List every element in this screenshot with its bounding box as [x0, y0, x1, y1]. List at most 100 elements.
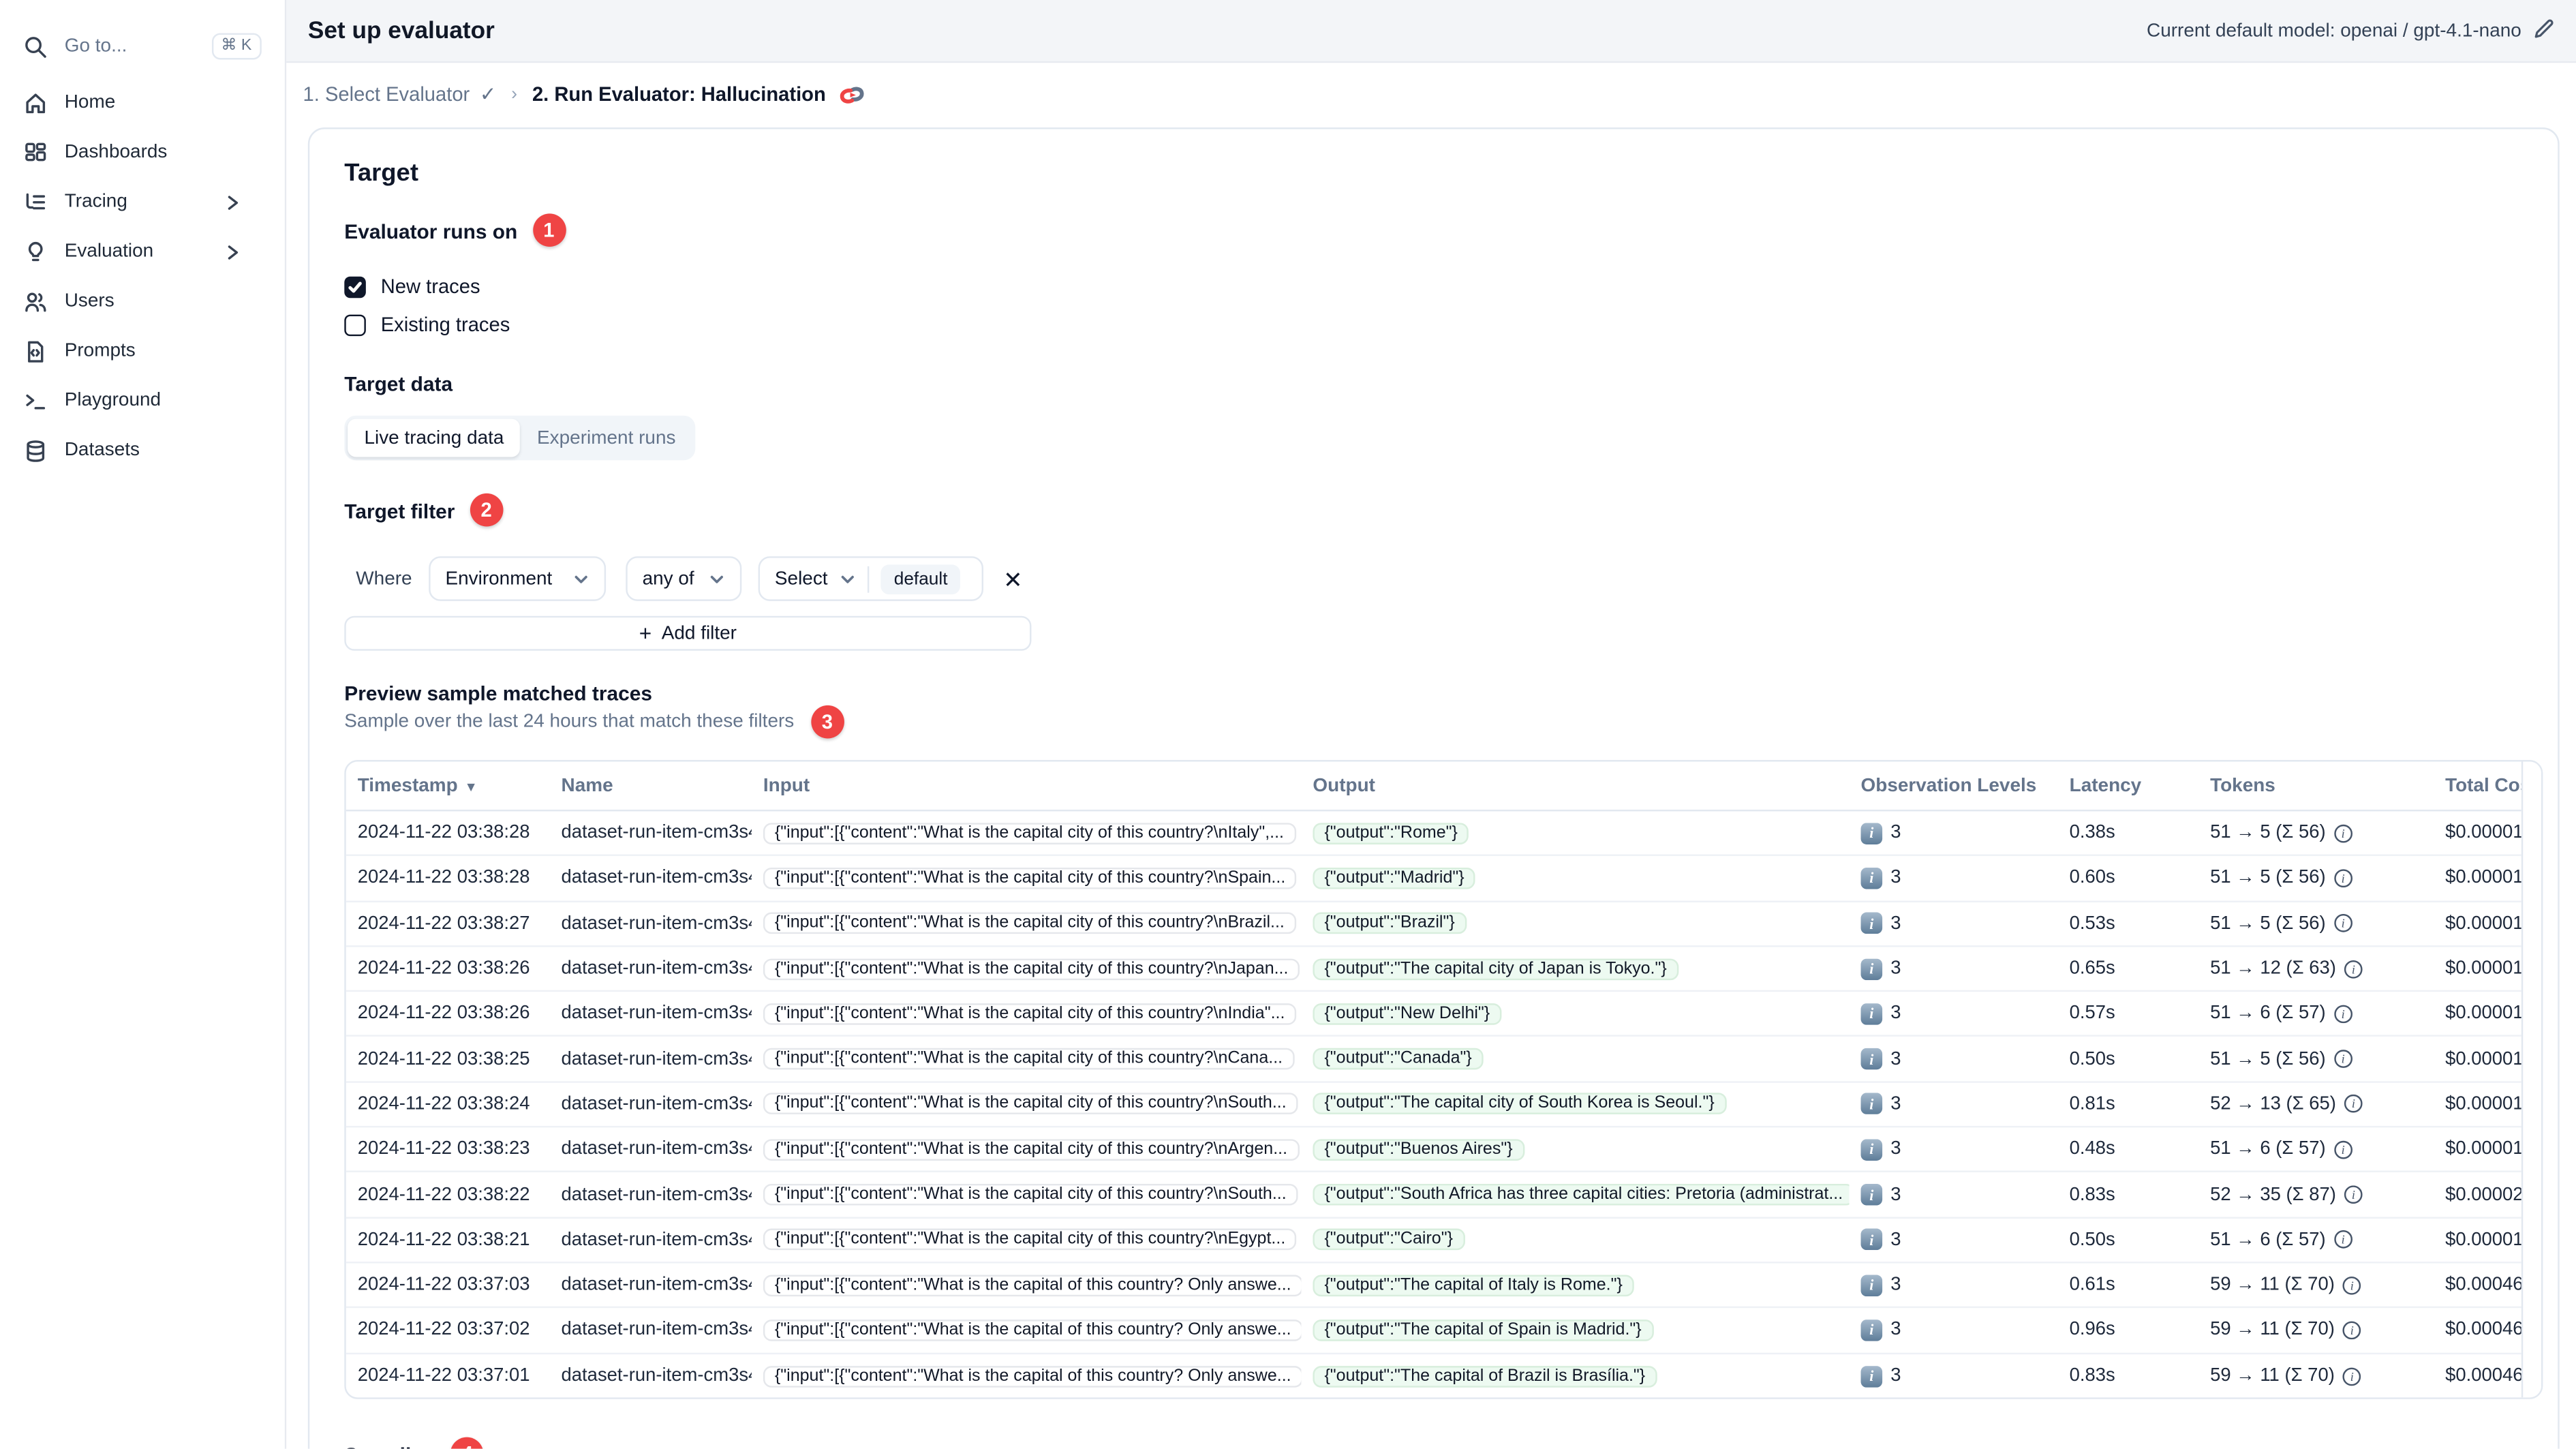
table-row[interactable]: 2024-11-22 03:38:28 dataset-run-item-cm3… [346, 857, 2521, 902]
sidebar-item-home[interactable]: Home [0, 78, 285, 127]
table-scrollbar[interactable] [2521, 761, 2541, 1398]
column-header-observation-levels[interactable]: Observation Levels [1850, 776, 2058, 795]
cell-latency: 0.38s [2069, 823, 2115, 843]
table-row[interactable]: 2024-11-22 03:38:23 dataset-run-item-cm3… [346, 1128, 2521, 1173]
column-header-input[interactable]: Input [752, 776, 1302, 795]
sidebar-item-tracing[interactable]: Tracing [0, 177, 285, 227]
cell-tokens: 59 → 11 (Σ 70) i [2198, 1367, 2434, 1386]
table-row[interactable]: 2024-11-22 03:38:27 dataset-run-item-cm3… [346, 902, 2521, 947]
cell-input[interactable]: {"input":[{"content":"What is the capita… [763, 1003, 1297, 1025]
token-info-icon[interactable]: i [2344, 1185, 2363, 1204]
cell-input[interactable]: {"input":[{"content":"What is the capita… [763, 822, 1296, 844]
table-row[interactable]: 2024-11-22 03:38:28 dataset-run-item-cm3… [346, 811, 2521, 857]
filter-value-chip: default [880, 564, 961, 594]
cell-input[interactable]: {"input":[{"content":"What is the capita… [763, 1229, 1298, 1251]
cell-output[interactable]: {"output":"The capital city of Japan is … [1313, 958, 1678, 980]
column-header-timestamp[interactable]: Timestamp ▼ [346, 776, 550, 795]
cell-tokens: 51 → 6 (Σ 57) i [2198, 1230, 2434, 1250]
cell-output[interactable]: {"output":"New Delhi"} [1313, 1003, 1502, 1025]
table-row[interactable]: 2024-11-22 03:38:26 dataset-run-item-cm3… [346, 947, 2521, 992]
sidebar-item-users[interactable]: Users [0, 277, 285, 326]
cell-output[interactable]: {"output":"South Africa has three capita… [1313, 1183, 1850, 1206]
cell-output[interactable]: {"output":"Cairo"} [1313, 1229, 1465, 1251]
token-info-icon[interactable]: i [2333, 1230, 2352, 1249]
cell-output[interactable]: {"output":"Rome"} [1313, 822, 1469, 844]
table-row[interactable]: 2024-11-22 03:38:22 dataset-run-item-cm3… [346, 1173, 2521, 1219]
cell-input[interactable]: {"input":[{"content":"What is the capita… [763, 913, 1296, 934]
cell-timestamp: 2024-11-22 03:37:02 [357, 1320, 530, 1341]
column-header-name[interactable]: Name [550, 776, 752, 795]
cell-input[interactable]: {"input":[{"content":"What is the capita… [763, 1365, 1302, 1388]
tab-experiment-runs[interactable]: Experiment runs [521, 419, 692, 457]
cell-output[interactable]: {"output":"Brazil"} [1313, 913, 1467, 934]
checkbox-label: Existing traces [380, 313, 510, 337]
cell-output[interactable]: {"output":"The capital of Italy is Rome.… [1313, 1274, 1634, 1296]
column-header-tokens[interactable]: Tokens [2198, 776, 2434, 795]
token-info-icon[interactable]: i [2333, 1005, 2352, 1023]
cell-output[interactable]: {"output":"The capital city of South Kor… [1313, 1093, 1726, 1115]
filter-operator-select[interactable]: any of [626, 556, 742, 601]
table-row[interactable]: 2024-11-22 03:38:26 dataset-run-item-cm3… [346, 992, 2521, 1037]
remove-filter-button[interactable]: ✕ [1003, 567, 1023, 590]
tab-live-tracing-data[interactable]: Live tracing data [348, 418, 521, 457]
top-header: Set up evaluator Current default model: … [286, 0, 2576, 63]
token-info-icon[interactable]: i [2342, 1321, 2361, 1340]
cell-input[interactable]: {"input":[{"content":"What is the capita… [763, 1183, 1298, 1206]
token-info-icon[interactable]: i [2342, 1276, 2361, 1294]
cell-input[interactable]: {"input":[{"content":"What is the capita… [763, 1138, 1300, 1161]
info-square-icon: i [1860, 1003, 1883, 1025]
checkbox-unchecked-icon[interactable] [344, 314, 366, 335]
table-row[interactable]: 2024-11-22 03:37:01 dataset-run-item-cm3… [346, 1354, 2521, 1397]
checkbox-checked-icon[interactable] [344, 275, 366, 298]
cell-timestamp: 2024-11-22 03:38:23 [357, 1139, 530, 1160]
cell-tokens: 52 → 35 (Σ 87) i [2198, 1185, 2434, 1204]
column-header-total-cost[interactable]: Total Cost [2434, 776, 2521, 795]
token-info-icon[interactable]: i [2342, 1367, 2361, 1386]
cell-observation-levels: i 3 [1850, 1183, 2058, 1206]
table-row[interactable]: 2024-11-22 03:37:03 dataset-run-item-cm3… [346, 1263, 2521, 1309]
cell-tokens: 59 → 11 (Σ 70) i [2198, 1320, 2434, 1340]
table-row[interactable]: 2024-11-22 03:38:24 dataset-run-item-cm3… [346, 1082, 2521, 1128]
sidebar-item-prompts[interactable]: Prompts [0, 326, 285, 376]
token-info-icon[interactable]: i [2333, 869, 2352, 887]
cell-input[interactable]: {"input":[{"content":"What is the capita… [763, 1319, 1302, 1341]
table-row[interactable]: 2024-11-22 03:37:02 dataset-run-item-cm3… [346, 1309, 2521, 1354]
edit-model-button[interactable] [2533, 18, 2555, 44]
filter-column-select[interactable]: Environment [429, 556, 607, 601]
table-row[interactable]: 2024-11-22 03:38:21 dataset-run-item-cm3… [346, 1218, 2521, 1264]
token-info-icon[interactable]: i [2344, 959, 2363, 978]
cell-output[interactable]: {"output":"Madrid"} [1313, 867, 1476, 889]
cell-tokens: 51 → 5 (Σ 56) i [2198, 823, 2434, 843]
sidebar-item-dashboards[interactable]: Dashboards [0, 127, 285, 177]
checkbox-new-traces[interactable]: New traces [344, 275, 2558, 298]
sidebar-item-playground[interactable]: Playground [0, 376, 285, 425]
cell-output[interactable]: {"output":"Buenos Aires"} [1313, 1138, 1524, 1161]
goto-search[interactable]: Go to... ⌘ K [0, 22, 285, 72]
cell-input[interactable]: {"input":[{"content":"What is the capita… [763, 1093, 1298, 1115]
filter-value-select[interactable]: Select default [758, 556, 984, 601]
cell-output[interactable]: {"output":"The capital of Spain is Madri… [1313, 1319, 1653, 1341]
cell-observation-levels: i 3 [1850, 1093, 2058, 1115]
token-info-icon[interactable]: i [2344, 1095, 2363, 1114]
cell-output[interactable]: {"output":"Canada"} [1313, 1048, 1484, 1070]
add-filter-button[interactable]: + Add filter [344, 615, 1032, 651]
token-info-icon[interactable]: i [2333, 914, 2352, 933]
sidebar-item-evaluation[interactable]: Evaluation [0, 227, 285, 277]
table-row[interactable]: 2024-11-22 03:38:25 dataset-run-item-cm3… [346, 1037, 2521, 1083]
token-info-icon[interactable]: i [2333, 1050, 2352, 1069]
cell-input[interactable]: {"input":[{"content":"What is the capita… [763, 1274, 1302, 1296]
token-info-icon[interactable]: i [2333, 1140, 2352, 1159]
column-header-latency[interactable]: Latency [2058, 776, 2198, 795]
cell-input[interactable]: {"input":[{"content":"What is the capita… [763, 1048, 1295, 1070]
checkbox-existing-traces[interactable]: Existing traces [344, 313, 2558, 336]
lightbulb-icon [23, 239, 48, 264]
where-label: Where [356, 568, 412, 589]
sidebar-item-datasets[interactable]: Datasets [0, 425, 285, 475]
breadcrumb-step1[interactable]: 1. Select Evaluator ✓ [303, 82, 497, 106]
cell-input[interactable]: {"input":[{"content":"What is the capita… [763, 958, 1300, 980]
token-info-icon[interactable]: i [2333, 823, 2352, 842]
breadcrumb-step2[interactable]: 2. Run Evaluator: Hallucination [532, 82, 865, 106]
cell-input[interactable]: {"input":[{"content":"What is the capita… [763, 867, 1298, 889]
column-header-output[interactable]: Output [1301, 776, 1849, 795]
cell-output[interactable]: {"output":"The capital of Brazil is Bras… [1313, 1365, 1657, 1388]
